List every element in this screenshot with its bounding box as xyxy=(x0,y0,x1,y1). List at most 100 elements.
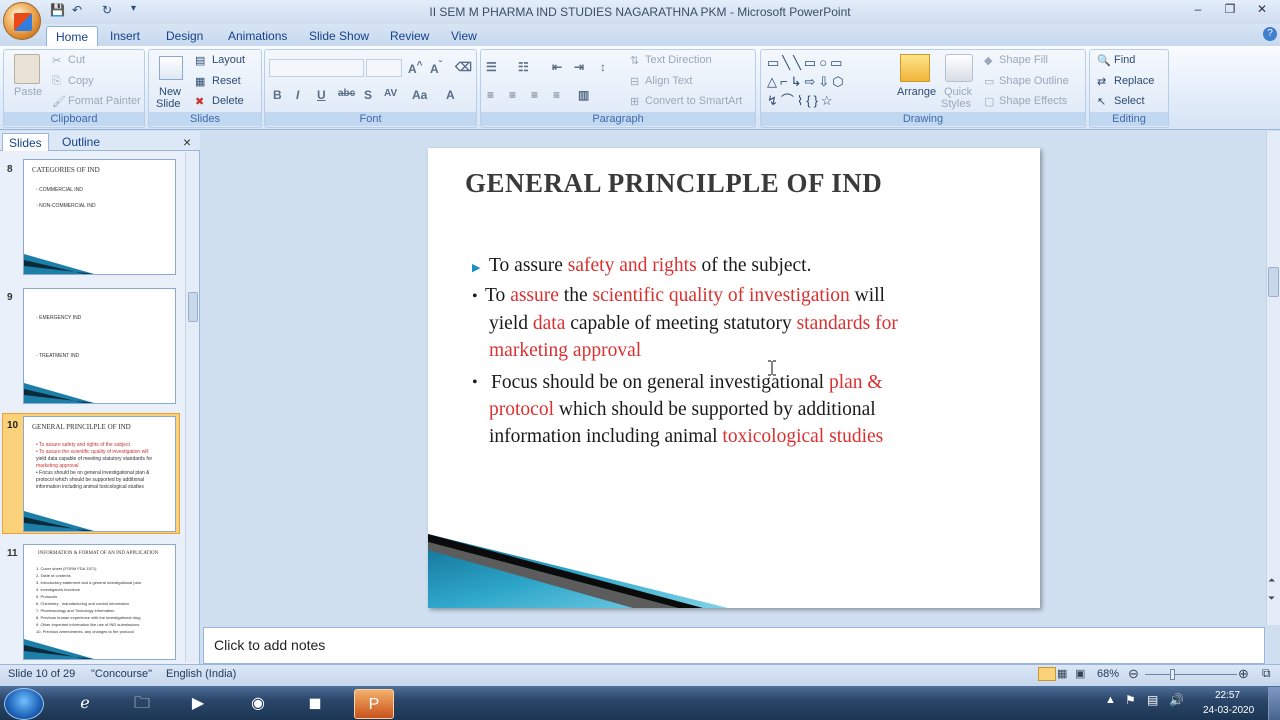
new-slide-icon[interactable] xyxy=(159,56,183,80)
cut-icon[interactable]: ✂ xyxy=(52,54,61,67)
tab-view[interactable]: View xyxy=(442,26,486,46)
columns-icon[interactable]: ▥ xyxy=(578,88,589,102)
format-painter-button[interactable]: Format Painter xyxy=(68,95,141,107)
copy-button[interactable]: Copy xyxy=(68,75,94,87)
office-button[interactable] xyxy=(3,2,41,40)
arrange-icon[interactable] xyxy=(900,54,930,82)
shrink-font-icon[interactable]: Aˇ xyxy=(430,60,442,76)
cut-button[interactable]: Cut xyxy=(68,54,85,66)
fit-to-window-icon[interactable]: ⧉ xyxy=(1262,666,1271,681)
reset-button[interactable]: Reset xyxy=(212,75,241,87)
align-center-icon[interactable]: ≡ xyxy=(509,88,516,102)
shape-effects-icon[interactable]: ▢ xyxy=(984,95,994,108)
bullet-3-line-2[interactable]: protocol which should be supported by ad… xyxy=(489,396,876,424)
show-desktop-button[interactable] xyxy=(1268,687,1280,720)
find-button[interactable]: Find xyxy=(1114,54,1135,66)
align-right-icon[interactable]: ≡ xyxy=(531,88,538,102)
scrollbar-thumb[interactable] xyxy=(188,292,198,322)
restore-button[interactable]: ❐ xyxy=(1216,2,1244,20)
tab-slides[interactable]: Slides xyxy=(2,133,49,151)
select-icon[interactable]: ↖ xyxy=(1097,95,1106,108)
notes-pane[interactable]: Click to add notes xyxy=(203,627,1265,664)
slide-thumbnail-11[interactable]: INFORMATION & FORMAT OF AN IND APPLICATI… xyxy=(23,544,176,660)
minimize-button[interactable]: – xyxy=(1184,2,1212,20)
numbering-icon[interactable]: ☷ xyxy=(518,60,529,74)
layout-icon[interactable]: ▤ xyxy=(195,54,205,67)
tab-animations[interactable]: Animations xyxy=(219,26,296,46)
italic-button[interactable]: I xyxy=(296,88,299,102)
smartart-icon[interactable]: ⊞ xyxy=(630,95,639,108)
tray-expand-icon[interactable]: ▲ xyxy=(1105,694,1116,706)
shape-outline-button[interactable]: Shape Outline xyxy=(999,75,1069,87)
align-left-icon[interactable]: ≡ xyxy=(487,88,494,102)
bullet-1[interactable]: To assure safety and rights of the subje… xyxy=(489,252,811,280)
shape-effects-button[interactable]: Shape Effects xyxy=(999,95,1067,107)
start-button[interactable] xyxy=(4,688,44,720)
zoom-app-icon[interactable]: ◼ xyxy=(295,689,335,719)
zoom-slider-thumb[interactable] xyxy=(1170,669,1175,680)
underline-button[interactable]: U xyxy=(317,88,326,102)
delete-button[interactable]: Delete xyxy=(212,95,244,107)
strikethrough-button[interactable]: abc xyxy=(338,88,355,99)
bullet-2-line-3[interactable]: marketing approval xyxy=(489,337,641,365)
font-color-button[interactable]: A xyxy=(446,88,455,102)
font-size-input[interactable] xyxy=(366,59,402,77)
shape-fill-icon[interactable]: ◆ xyxy=(984,54,992,67)
tab-outline[interactable]: Outline xyxy=(56,133,106,151)
clock-date[interactable]: 24-03-2020 xyxy=(1203,705,1254,716)
quick-styles-button[interactable]: Quick xyxy=(944,86,972,98)
close-pane-icon[interactable]: × xyxy=(183,134,191,150)
text-direction-icon[interactable]: ⇅ xyxy=(630,54,639,67)
slide-show-icon[interactable]: ▣ xyxy=(1075,667,1091,681)
paste-button[interactable]: Paste xyxy=(14,86,42,98)
next-slide-icon[interactable]: ⏷ xyxy=(1268,593,1275,604)
quick-styles-icon[interactable] xyxy=(945,54,973,82)
tab-review[interactable]: Review xyxy=(381,26,438,46)
bullet-2-line-2[interactable]: yield data capable of meeting statutory … xyxy=(489,310,898,338)
grow-font-icon[interactable]: A^ xyxy=(408,60,423,76)
zoom-out-icon[interactable]: ⊖ xyxy=(1128,666,1139,682)
format-painter-icon[interactable]: 🖌 xyxy=(52,95,66,108)
arrange-button[interactable]: Arrange xyxy=(897,86,936,98)
slide-thumbnail-10[interactable]: GENERAL PRINCILPLE OF IND • To assure sa… xyxy=(23,416,176,532)
slide-thumbnail-8[interactable]: CATEGORIES OF IND ◦ COMMERCIAL IND ◦ NON… xyxy=(23,159,176,275)
clock-time[interactable]: 22:57 xyxy=(1215,690,1240,701)
slide-canvas[interactable]: GENERAL PRINCILPLE OF IND ▶ To assure sa… xyxy=(428,148,1040,608)
slide-sorter-icon[interactable]: ▦ xyxy=(1057,667,1073,681)
normal-view-icon[interactable] xyxy=(1038,667,1056,681)
copy-icon[interactable]: ⎘ xyxy=(52,75,61,88)
tray-network-icon[interactable]: ▤ xyxy=(1147,693,1158,707)
internet-explorer-icon[interactable]: ℯ xyxy=(65,689,105,719)
align-text-button[interactable]: Align Text xyxy=(645,75,693,87)
zoom-level[interactable]: 68% xyxy=(1097,668,1119,680)
zoom-in-icon[interactable]: ⊕ xyxy=(1238,666,1249,682)
layout-button[interactable]: Layout xyxy=(212,54,245,66)
char-spacing-button[interactable]: AV xyxy=(384,88,397,99)
powerpoint-taskbar-icon[interactable]: P xyxy=(354,689,394,719)
prev-slide-icon[interactable]: ⏶ xyxy=(1268,575,1275,586)
line-spacing-icon[interactable]: ↕ xyxy=(600,60,606,74)
shape-fill-button[interactable]: Shape Fill xyxy=(999,54,1048,66)
tab-slide-show[interactable]: Slide Show xyxy=(300,26,378,46)
reset-icon[interactable]: ▦ xyxy=(195,75,205,88)
tray-volume-icon[interactable]: 🔊 xyxy=(1169,693,1184,707)
align-text-icon[interactable]: ⊟ xyxy=(630,75,639,88)
chrome-icon[interactable]: ◉ xyxy=(238,689,278,719)
file-explorer-icon[interactable]: 🗀 xyxy=(122,689,162,719)
scrollbar-thumb[interactable] xyxy=(1268,267,1279,297)
slide-scrollbar[interactable]: ⏶ ⏷ xyxy=(1266,131,1280,625)
replace-button[interactable]: Replace xyxy=(1114,75,1154,87)
font-name-input[interactable] xyxy=(269,59,364,77)
slide-title[interactable]: GENERAL PRINCILPLE OF IND xyxy=(465,168,882,199)
tab-design[interactable]: Design xyxy=(157,26,212,46)
delete-icon[interactable]: ✖ xyxy=(195,95,204,108)
notes-placeholder[interactable]: Click to add notes xyxy=(214,637,325,653)
new-slide-button[interactable]: New xyxy=(159,86,181,98)
tab-insert[interactable]: Insert xyxy=(101,26,149,46)
close-button[interactable]: ✕ xyxy=(1248,2,1276,20)
slide-thumbnail-9[interactable]: ◦ EMERGENCY IND ◦ TREATMENT IND xyxy=(23,288,176,404)
bold-button[interactable]: B xyxy=(273,88,282,102)
slides-pane-scrollbar[interactable] xyxy=(185,152,199,662)
justify-icon[interactable]: ≡ xyxy=(553,88,560,102)
clear-format-icon[interactable]: ⌫ xyxy=(455,60,472,74)
